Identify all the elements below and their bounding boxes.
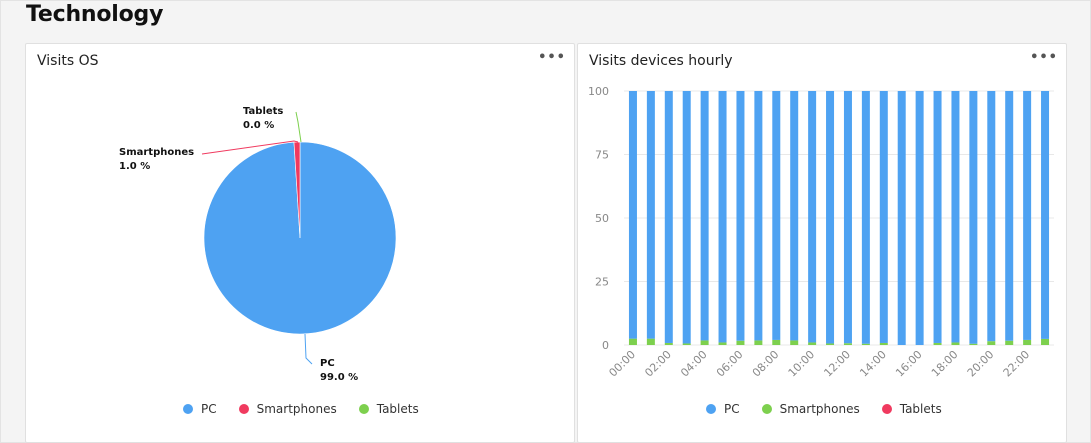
bar-segment-pc-1700[interactable] <box>933 91 942 343</box>
x-tick-label: 10:00 <box>786 348 818 380</box>
bar-segment-smartphones-0500[interactable] <box>718 342 727 345</box>
x-tick-label: 12:00 <box>821 348 853 380</box>
bar-segment-pc-1100[interactable] <box>826 91 835 344</box>
legend-dot-pc <box>183 404 193 414</box>
bar-segment-pc-1400[interactable] <box>879 91 888 343</box>
bar-segment-smartphones-0700[interactable] <box>754 340 763 345</box>
bar-segment-smartphones-1800[interactable] <box>951 342 960 345</box>
y-tick-label: 50 <box>595 212 609 225</box>
legend-item-smartphones[interactable]: Smartphones <box>761 402 860 416</box>
legend-dot-tablets <box>358 404 369 414</box>
x-tick-label: 06:00 <box>714 348 746 380</box>
bar-segment-smartphones-0100[interactable] <box>646 338 655 345</box>
pie-leader-line-pc <box>304 333 313 365</box>
x-tick-label: 04:00 <box>678 348 710 380</box>
legend-label: Smartphones <box>256 402 337 416</box>
legend-dot-pc <box>706 404 716 414</box>
legend-item-tablets[interactable]: Tablets <box>881 402 942 416</box>
x-tick-label: 20:00 <box>965 348 997 380</box>
page-title: Technology <box>26 2 164 27</box>
bar-legend: PC Smartphones Tablets <box>706 402 942 416</box>
stacked-bar-chart: 0 25 50 75 100 00:00 02:00 04:00 06:00 08:00 10:00… <box>588 85 1054 380</box>
legend-label: Tablets <box>376 402 419 416</box>
x-tick-label: 18:00 <box>929 348 961 380</box>
bar-segment-smartphones-1000[interactable] <box>808 342 817 345</box>
bar-segment-smartphones-2300[interactable] <box>1041 338 1050 345</box>
bar-segment-smartphones-1200[interactable] <box>843 343 852 345</box>
bar-segment-pc-2000[interactable] <box>987 91 996 342</box>
legend-dot-smartphones <box>761 404 772 414</box>
bar-segment-pc-0800[interactable] <box>772 91 781 340</box>
bar-segment-pc-0900[interactable] <box>790 91 799 341</box>
y-tick-label: 100 <box>588 85 609 98</box>
bar-segment-pc-0500[interactable] <box>718 91 727 343</box>
bar-segment-smartphones-0400[interactable] <box>700 340 709 345</box>
y-tick-label: 0 <box>602 339 609 352</box>
bar-segment-smartphones-0900[interactable] <box>790 340 799 345</box>
bar-segment-pc-2300[interactable] <box>1041 91 1050 339</box>
bar-segment-pc-0000[interactable] <box>628 91 637 339</box>
bar-segment-smartphones-0600[interactable] <box>736 340 745 345</box>
bar-segment-smartphones-2200[interactable] <box>1023 339 1032 345</box>
bar-segment-pc-1800[interactable] <box>951 91 960 343</box>
legend-label: Smartphones <box>779 402 860 416</box>
visits-os-card: Visits OS ••• PC 99.0 % Smartphones 1.0 % Ta… <box>25 43 575 443</box>
pie-chart: PC 99.0 % Smartphones 1.0 % Tablets 0.0 % <box>119 106 397 383</box>
bar-segment-pc-1600[interactable] <box>915 91 924 345</box>
y-tick-label: 75 <box>595 149 609 162</box>
pie-label-value-pc: 99.0 % <box>320 372 358 383</box>
bar-segment-smartphones-0800[interactable] <box>772 339 781 345</box>
bar-segment-pc-1300[interactable] <box>861 91 870 344</box>
pie-label-name-smartphones: Smartphones <box>119 147 194 158</box>
legend-label: Tablets <box>899 402 942 416</box>
bar-segment-pc-0200[interactable] <box>664 91 673 343</box>
legend-item-pc[interactable]: PC <box>183 402 217 416</box>
bar-segment-pc-1900[interactable] <box>969 91 978 344</box>
x-tick-label: 02:00 <box>642 348 674 380</box>
x-tick-label: 16:00 <box>893 348 925 380</box>
x-tick-label: 14:00 <box>857 348 889 380</box>
bar-segment-smartphones-2100[interactable] <box>1005 340 1014 345</box>
legend-label: PC <box>201 402 217 416</box>
bar-segment-pc-0600[interactable] <box>736 91 745 341</box>
legend-dot-tablets <box>881 404 892 414</box>
x-tick-label: 08:00 <box>750 348 782 380</box>
pie-label-name-tablets: Tablets <box>243 106 283 117</box>
bar-segment-pc-2200[interactable] <box>1023 91 1032 340</box>
bar-segment-pc-0700[interactable] <box>754 91 763 341</box>
bar-segment-smartphones-0200[interactable] <box>664 342 673 345</box>
x-tick-label: 00:00 <box>606 348 638 380</box>
bar-segment-pc-2100[interactable] <box>1005 91 1014 341</box>
bar-segment-smartphones-1300[interactable] <box>861 343 870 345</box>
bar-segment-smartphones-1100[interactable] <box>826 343 835 345</box>
bar-segment-pc-1500[interactable] <box>897 91 906 345</box>
bar-segment-pc-0300[interactable] <box>682 91 691 344</box>
bar-segment-pc-0400[interactable] <box>700 91 709 341</box>
pie-label-value-smartphones: 1.0 % <box>119 161 150 172</box>
bar-segment-smartphones-1900[interactable] <box>969 343 978 345</box>
y-tick-label: 25 <box>595 276 609 289</box>
legend-item-smartphones[interactable]: Smartphones <box>238 402 337 416</box>
bar-segment-smartphones-1700[interactable] <box>933 342 942 345</box>
legend-label: PC <box>724 402 740 416</box>
bar-segment-smartphones-0300[interactable] <box>682 343 691 345</box>
legend-item-pc[interactable]: PC <box>706 402 740 416</box>
x-tick-label: 22:00 <box>1001 348 1033 380</box>
visits-devices-hourly-card: Visits devices hourly ••• 0 25 50 75 100 00:0… <box>577 43 1067 443</box>
bar-segment-pc-1200[interactable] <box>843 91 852 344</box>
bar-segment-smartphones-0000[interactable] <box>628 338 637 345</box>
legend-dot-smartphones <box>238 404 249 414</box>
pie-label-value-tablets: 0.0 % <box>243 120 274 131</box>
bar-segment-smartphones-2000[interactable] <box>987 341 996 345</box>
bar-segment-smartphones-1400[interactable] <box>879 342 888 345</box>
pie-label-name-pc: PC <box>320 358 335 369</box>
pie-legend: PC Smartphones Tablets <box>183 402 419 416</box>
bar-segment-pc-0100[interactable] <box>646 91 655 339</box>
bar-segment-pc-1000[interactable] <box>808 91 817 343</box>
legend-item-tablets[interactable]: Tablets <box>358 402 419 416</box>
pie-leader-line-tablets <box>295 111 302 143</box>
